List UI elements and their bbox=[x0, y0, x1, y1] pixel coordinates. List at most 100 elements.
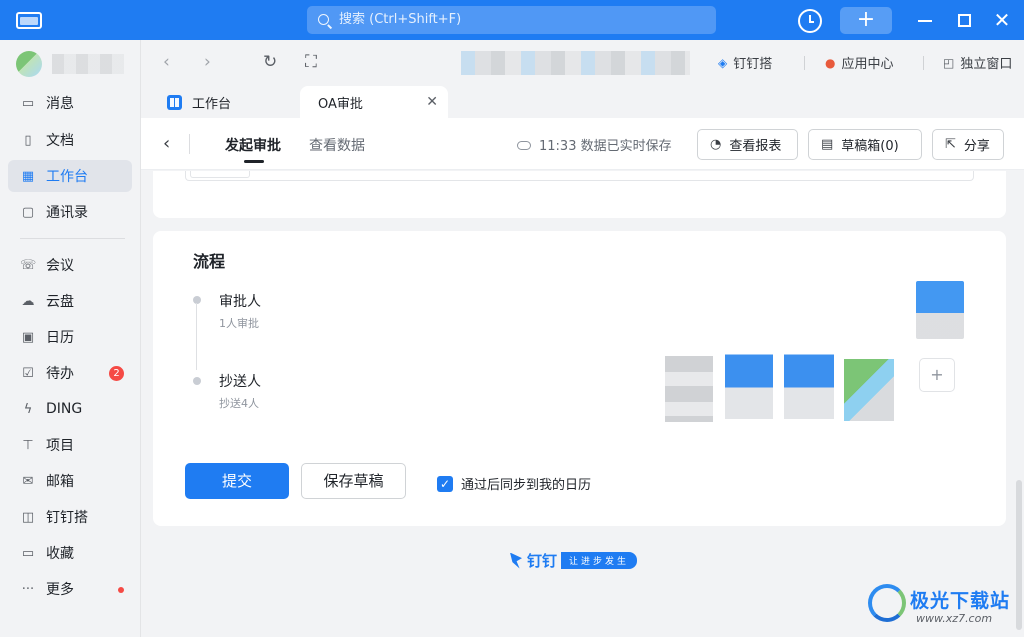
sidebar-item-project[interactable]: ⊤ 项目 bbox=[8, 429, 132, 461]
sidebar-item-label: 云盘 bbox=[46, 294, 74, 310]
tab-initiate-approval[interactable]: 发起审批 bbox=[225, 135, 281, 155]
profile-name-redacted bbox=[52, 54, 124, 74]
maximize-icon[interactable] bbox=[958, 14, 971, 27]
back-icon[interactable]: ‹ bbox=[163, 133, 170, 154]
todo-count-badge: 2 bbox=[109, 366, 124, 381]
app-center-label: 应用中心 bbox=[841, 57, 894, 72]
calendar-icon: ▣ bbox=[21, 329, 35, 345]
sidebar-divider bbox=[20, 238, 125, 239]
left-sidebar: ▭ 消息 ▯ 文档 ▦ 工作台 ▢ 通讯录 ☏ 会议 ☁ 云盘 ▣ 日历 ☑ 待… bbox=[0, 40, 141, 637]
dingda-label: 钉钉搭 bbox=[733, 57, 773, 72]
cc-avatar[interactable] bbox=[665, 356, 713, 422]
back-arrow-icon[interactable]: ‹ bbox=[163, 52, 170, 72]
pie-chart-icon: ◔ bbox=[710, 137, 722, 152]
approver-node-dot bbox=[193, 296, 201, 304]
cc-node-dot bbox=[193, 377, 201, 385]
sync-calendar-checkbox[interactable]: ✓ bbox=[437, 475, 453, 492]
cloud-icon bbox=[517, 141, 531, 150]
sidebar-item-dingda[interactable]: ◫ 钉钉搭 bbox=[8, 501, 132, 533]
workbench-icon: ▦ bbox=[21, 168, 35, 184]
sidebar-item-calendar[interactable]: ▣ 日历 bbox=[8, 321, 132, 353]
tab-view-data[interactable]: 查看数据 bbox=[309, 135, 365, 155]
avatar[interactable] bbox=[16, 51, 42, 77]
cloud-drive-icon: ☁ bbox=[21, 293, 35, 309]
sidebar-item-label: 会议 bbox=[46, 258, 74, 274]
sidebar-item-documents[interactable]: ▯ 文档 bbox=[8, 124, 132, 156]
history-icon[interactable] bbox=[798, 9, 822, 33]
sidebar-item-contacts[interactable]: ▢ 通讯录 bbox=[8, 196, 132, 228]
sidebar-item-meeting[interactable]: ☏ 会议 bbox=[8, 249, 132, 281]
sidebar-item-workbench[interactable]: ▦ 工作台 bbox=[8, 160, 132, 192]
view-report-label: 查看报表 bbox=[729, 139, 782, 154]
document-icon: ▯ bbox=[24, 132, 32, 148]
share-icon: ⇱ bbox=[945, 137, 956, 152]
sidebar-item-label: 更多 bbox=[46, 582, 74, 598]
approver-count: 1人审批 bbox=[219, 317, 259, 330]
sidebar-item-ding[interactable]: ϟ DING bbox=[8, 393, 132, 425]
dingda-icon: ◫ bbox=[21, 509, 35, 525]
dingda-link[interactable]: ◈ 钉钉搭 bbox=[718, 53, 773, 73]
forward-arrow-icon[interactable]: › bbox=[204, 52, 211, 72]
tab-strip: 工作台 OA审批 ✕ bbox=[141, 86, 1024, 118]
watermark-url: www.xz7.com bbox=[916, 612, 993, 625]
file-icon: ▤ bbox=[821, 137, 834, 152]
sidebar-item-label: 待办 bbox=[46, 366, 74, 382]
sidebar-item-cloud-drive[interactable]: ☁ 云盘 bbox=[8, 285, 132, 317]
tab-label: OA审批 bbox=[318, 96, 363, 112]
tab-close-icon[interactable]: ✕ bbox=[426, 94, 438, 110]
tab-workbench[interactable]: 工作台 bbox=[167, 86, 231, 118]
sidebar-item-todo[interactable]: ☑ 待办 2 bbox=[8, 357, 132, 389]
global-search-input[interactable]: 搜索 (Ctrl+Shift+F) bbox=[307, 6, 716, 34]
minimize-icon[interactable] bbox=[918, 20, 932, 22]
share-button[interactable]: ⇱ 分享 bbox=[932, 129, 1004, 160]
close-icon[interactable]: ✕ bbox=[992, 8, 1012, 32]
cc-avatar[interactable] bbox=[725, 349, 773, 419]
form-card-bottom bbox=[153, 171, 1006, 218]
approver-avatar[interactable] bbox=[916, 281, 964, 339]
app-center-link[interactable]: ● 应用中心 bbox=[825, 53, 894, 73]
submit-button[interactable]: 提交 bbox=[185, 463, 289, 499]
fullscreen-icon[interactable]: ⛶ bbox=[305, 52, 317, 72]
search-icon bbox=[318, 14, 329, 25]
watermark-title: 极光下载站 bbox=[910, 590, 1011, 612]
sidebar-item-favorites[interactable]: ▭ 收藏 bbox=[8, 537, 132, 569]
tab-oa-approval[interactable]: OA审批 ✕ bbox=[300, 86, 448, 118]
form-field-edge bbox=[185, 171, 974, 181]
notification-dot bbox=[118, 587, 124, 593]
reload-icon[interactable]: ↻ bbox=[263, 52, 277, 72]
page-header: ‹ 发起审批 查看数据 11:33 数据已实时保存 ◔ 查看报表 ▤ 草稿箱(0… bbox=[141, 118, 1024, 170]
project-icon: ⊤ bbox=[22, 437, 34, 453]
sidebar-item-label: 日历 bbox=[46, 330, 74, 346]
browser-toolbar: ‹ › ↻ ⛶ ◈ 钉钉搭 ● 应用中心 ◰ 独立窗口 bbox=[141, 40, 1024, 86]
sidebar-item-more[interactable]: ··· 更多 bbox=[8, 573, 132, 605]
standalone-window-link[interactable]: ◰ 独立窗口 bbox=[943, 53, 1012, 73]
create-button[interactable]: + bbox=[840, 7, 892, 34]
sync-calendar-option[interactable]: ✓ 通过后同步到我的日历 bbox=[437, 474, 591, 493]
toolbar-divider bbox=[804, 56, 805, 70]
save-status-text: 11:33 数据已实时保存 bbox=[539, 139, 672, 154]
cc-avatar[interactable] bbox=[844, 359, 894, 421]
contacts-icon: ▢ bbox=[21, 204, 35, 220]
dingda-icon: ◈ bbox=[718, 55, 728, 70]
site-watermark: 极光下载站 www.xz7.com bbox=[868, 580, 1018, 632]
sidebar-item-label: DING bbox=[46, 401, 83, 417]
cc-avatar[interactable] bbox=[784, 349, 834, 419]
redacted-url bbox=[461, 51, 690, 75]
user-profile[interactable] bbox=[16, 50, 124, 78]
search-placeholder: 搜索 (Ctrl+Shift+F) bbox=[339, 12, 462, 27]
view-report-button[interactable]: ◔ 查看报表 bbox=[697, 129, 798, 160]
title-bar: 搜索 (Ctrl+Shift+F) + ✕ bbox=[0, 0, 1024, 40]
sync-calendar-label: 通过后同步到我的日历 bbox=[461, 478, 592, 493]
add-cc-button[interactable]: + bbox=[919, 358, 955, 392]
workbench-tab-icon bbox=[167, 94, 182, 110]
sidebar-item-messages[interactable]: ▭ 消息 bbox=[8, 87, 132, 119]
ding-icon: ϟ bbox=[23, 401, 33, 417]
sidebar-item-label: 通讯录 bbox=[46, 205, 88, 221]
drafts-button[interactable]: ▤ 草稿箱(0) bbox=[808, 129, 922, 160]
tab-label: 工作台 bbox=[192, 96, 232, 112]
save-draft-button[interactable]: 保存草稿 bbox=[301, 463, 406, 499]
sidebar-item-mail[interactable]: ✉ 邮箱 bbox=[8, 465, 132, 497]
sidebar-item-label: 收藏 bbox=[46, 546, 74, 562]
more-icon: ··· bbox=[21, 581, 35, 597]
sidebar-item-label: 工作台 bbox=[46, 169, 88, 185]
